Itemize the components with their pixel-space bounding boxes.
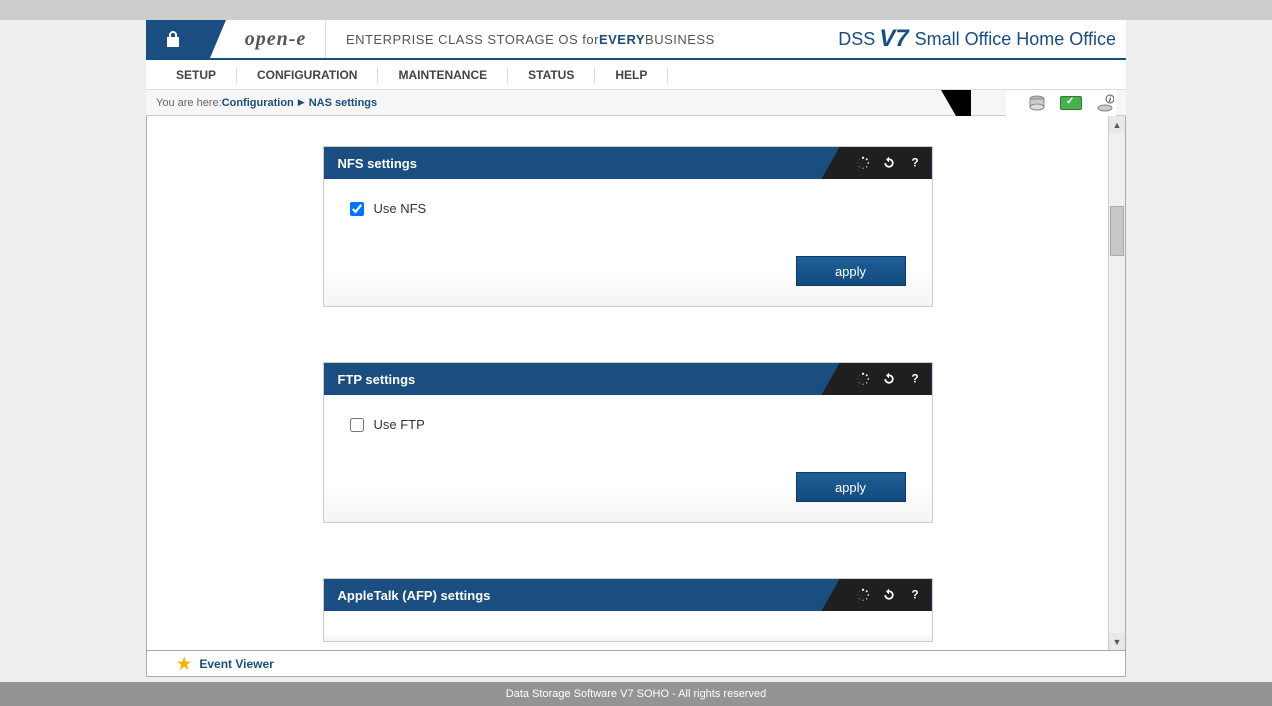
panel-ftp: FTP settings ? Use FTP apply [323, 362, 933, 523]
use-ftp-row[interactable]: Use FTP [350, 417, 906, 432]
content-area: NFS settings ? Use NFS apply [146, 116, 1126, 651]
panel-nfs-title: NFS settings [338, 156, 417, 171]
refresh-icon[interactable] [882, 372, 896, 386]
use-nfs-checkbox[interactable] [350, 202, 364, 216]
panel-nfs-body: Use NFS apply [324, 179, 932, 306]
panel-afp-header: AppleTalk (AFP) settings ? [324, 579, 932, 611]
refresh-icon[interactable] [882, 156, 896, 170]
brand-logo: open-e [226, 20, 326, 58]
ftp-apply-button[interactable]: apply [796, 472, 906, 502]
scroll-up-arrow[interactable]: ▲ [1109, 116, 1125, 133]
help-icon[interactable]: ? [908, 156, 922, 170]
footer-text: Data Storage Software V7 SOHO - All righ… [506, 688, 766, 700]
nav-configuration[interactable]: CONFIGURATION [237, 67, 378, 83]
panel-ftp-body: Use FTP apply [324, 395, 932, 522]
content-scroll: NFS settings ? Use NFS apply [147, 116, 1108, 650]
panel-afp-actions: ? [822, 579, 932, 611]
breadcrumb-row: You are here: Configuration ▶ NAS settin… [146, 90, 1126, 116]
disk-status-icon[interactable] [1026, 94, 1048, 112]
help-icon[interactable]: ? [908, 372, 922, 386]
svg-text:?: ? [911, 589, 918, 602]
vertical-scrollbar[interactable]: ▲ ▼ [1108, 116, 1125, 650]
product-name: DSS V7 Small Office Home Office [838, 20, 1126, 58]
breadcrumb-separator: ▶ [298, 97, 305, 108]
breadcrumb-configuration[interactable]: Configuration [222, 97, 294, 109]
svg-text:?: ? [911, 157, 918, 170]
panel-ftp-actions: ? [822, 363, 932, 395]
breadcrumb-prefix: You are here: [156, 97, 222, 109]
breadcrumb-nas-settings[interactable]: NAS settings [309, 97, 377, 109]
panel-afp-title: AppleTalk (AFP) settings [338, 588, 491, 603]
use-nfs-row[interactable]: Use NFS [350, 201, 906, 216]
panel-nfs: NFS settings ? Use NFS apply [323, 146, 933, 307]
status-icons: i [1006, 90, 1116, 116]
product-dss: DSS [838, 29, 875, 50]
panel-nfs-actions: ? [822, 147, 932, 179]
loading-icon[interactable] [856, 588, 870, 602]
product-edition: Small Office Home Office [915, 29, 1116, 50]
panel-afp: AppleTalk (AFP) settings ? [323, 578, 933, 642]
nav-maintenance[interactable]: MAINTENANCE [378, 67, 508, 83]
tagline-part-b: EVERY [599, 32, 645, 47]
footer: Data Storage Software V7 SOHO - All righ… [0, 682, 1272, 706]
breadcrumb-diagonal [941, 90, 971, 116]
lock-icon[interactable] [166, 30, 180, 48]
product-v7: V7 [879, 25, 908, 53]
use-ftp-label: Use FTP [374, 417, 425, 432]
svg-text:?: ? [911, 373, 918, 386]
panel-nfs-header: NFS settings ? [324, 147, 932, 179]
use-nfs-label: Use NFS [374, 201, 427, 216]
loading-icon[interactable] [856, 372, 870, 386]
app-frame: open-e ENTERPRISE CLASS STORAGE OS for E… [146, 20, 1126, 677]
scroll-down-arrow[interactable]: ▼ [1109, 633, 1125, 650]
panel-ftp-header: FTP settings ? [324, 363, 932, 395]
scroll-thumb[interactable] [1110, 206, 1124, 256]
header-lock-region [146, 20, 226, 58]
use-ftp-checkbox[interactable] [350, 418, 364, 432]
main-nav: SETUP CONFIGURATION MAINTENANCE STATUS H… [146, 60, 1126, 90]
info-status-icon[interactable]: i [1094, 94, 1116, 112]
window-titlebar [0, 0, 1272, 20]
event-viewer-label: Event Viewer [199, 657, 273, 671]
tagline-part-c: BUSINESS [645, 32, 715, 47]
nav-setup[interactable]: SETUP [156, 67, 237, 83]
panel-ftp-title: FTP settings [338, 372, 416, 387]
header-banner: open-e ENTERPRISE CLASS STORAGE OS for E… [146, 20, 1126, 60]
panel-afp-body-peek [324, 611, 932, 641]
header-tagline: ENTERPRISE CLASS STORAGE OS for EVERY BU… [326, 20, 838, 58]
star-icon: ★ [177, 654, 191, 674]
help-icon[interactable]: ? [908, 588, 922, 602]
event-viewer-bar[interactable]: ★ Event Viewer [146, 651, 1126, 677]
tagline-part-a: ENTERPRISE CLASS STORAGE OS for [346, 32, 599, 47]
ok-status-icon[interactable] [1060, 94, 1082, 112]
loading-icon[interactable] [856, 156, 870, 170]
refresh-icon[interactable] [882, 588, 896, 602]
nav-help[interactable]: HELP [595, 67, 668, 83]
nfs-apply-button[interactable]: apply [796, 256, 906, 286]
nav-status[interactable]: STATUS [508, 67, 595, 83]
